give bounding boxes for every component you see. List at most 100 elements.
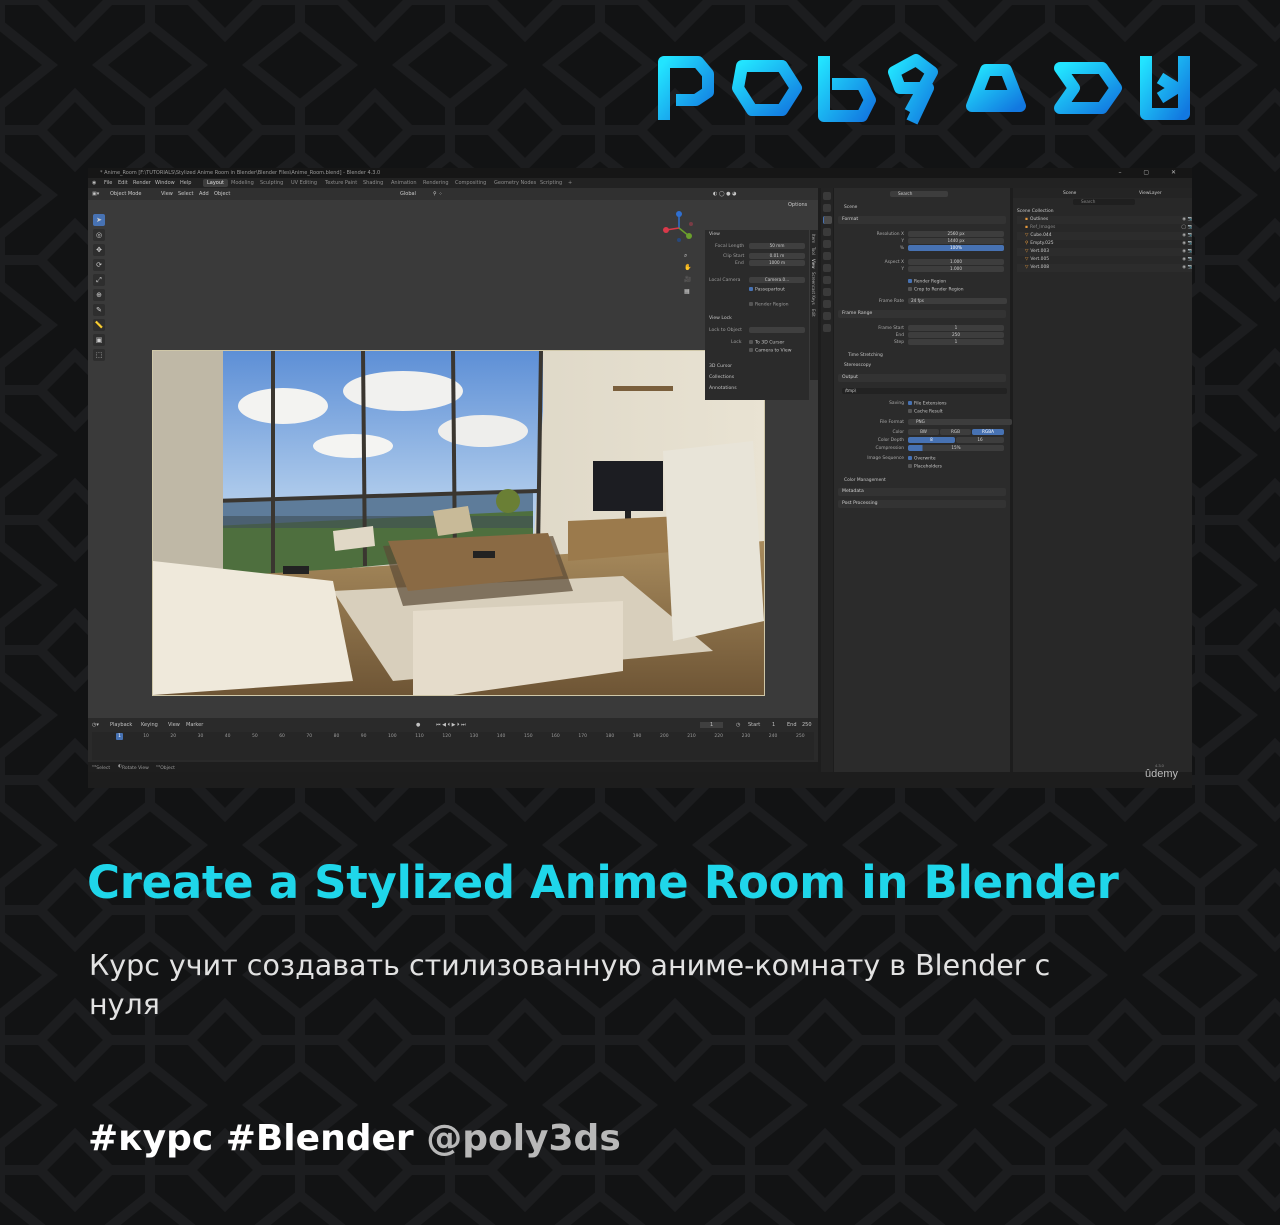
aspect-y-field[interactable]: 1.000 — [908, 266, 1004, 272]
color-rgb-option[interactable]: RGB — [940, 429, 971, 435]
viewport-menu-object[interactable]: Object — [214, 191, 230, 197]
n-tab-view[interactable]: View — [811, 259, 816, 269]
format-section[interactable]: Format — [838, 216, 1006, 224]
resolution-x-field[interactable]: 2560 px — [908, 231, 1004, 237]
scene-props-icon[interactable] — [823, 240, 831, 248]
outliner-row-ref-images[interactable]: ▪ Ref_Images ◯ 📷 — [1017, 224, 1192, 232]
np-view-header[interactable]: View — [709, 232, 720, 237]
tab-rendering[interactable]: Rendering — [423, 180, 449, 186]
color-management-subpanel[interactable]: Color Management — [844, 478, 886, 483]
timeline-menu-marker[interactable]: Marker — [186, 722, 203, 728]
3d-viewport[interactable]: ▣▾ Object Mode View Select Add Object Gl… — [88, 188, 818, 718]
properties-search[interactable]: Search — [890, 191, 948, 197]
tab-sculpting[interactable]: Sculpting — [260, 180, 283, 186]
n-tab-edit[interactable]: Edit — [811, 309, 816, 317]
tab-shading[interactable]: Shading — [363, 180, 383, 186]
collection-props-icon[interactable] — [823, 264, 831, 272]
tab-scripting[interactable]: Scripting — [540, 180, 562, 186]
outliner-row-vert-003[interactable]: ▽ Vert.003 ◉ 📷 — [1017, 248, 1192, 256]
frame-start-field[interactable]: 1 — [772, 722, 775, 728]
constraint-props-icon[interactable] — [823, 312, 831, 320]
blender-logo-icon[interactable]: ◉ — [92, 180, 96, 186]
np-camera-to-view-checkbox[interactable]: Camera to View — [749, 348, 791, 354]
editor-type-icon[interactable]: ▣▾ — [92, 191, 99, 197]
tool-props-icon[interactable] — [823, 192, 831, 200]
frame-start-prop-field[interactable]: 1 — [908, 325, 1004, 331]
overwrite-checkbox[interactable]: Overwrite — [908, 456, 936, 462]
frame-end-field[interactable]: 250 — [802, 722, 812, 728]
np-clip-end-field[interactable]: 1000 m — [749, 260, 805, 266]
timeline-menu-keying[interactable]: Keying — [141, 722, 158, 728]
n-tab-screencast-keys[interactable]: Screencast Keys — [811, 272, 816, 305]
object-props-icon[interactable] — [823, 276, 831, 284]
playback-controls[interactable]: ⏮ ◀ ⏴ ▶ ⏵ ⏭ — [436, 722, 466, 728]
window-controls[interactable]: – ▢ ✕ — [1118, 169, 1186, 176]
n-tab-item[interactable]: Item — [811, 234, 816, 243]
options-dropdown[interactable]: Options — [788, 202, 807, 208]
world-props-icon[interactable] — [823, 252, 831, 260]
scene-selector[interactable]: Scene — [1063, 191, 1076, 196]
outliner-row-vert-008[interactable]: ▽ Vert.008 ◉ 📷 — [1017, 264, 1192, 272]
np-clip-start-field[interactable]: 0.01 m — [749, 253, 805, 259]
metadata-section[interactable]: Metadata — [838, 488, 1006, 496]
np-3d-cursor-header[interactable]: 3D Cursor — [709, 364, 732, 369]
rotate-tool-icon[interactable]: ⟳ — [93, 259, 105, 271]
tab-modeling[interactable]: Modeling — [231, 180, 254, 186]
current-frame-field[interactable]: 1 — [700, 722, 724, 728]
menu-help[interactable]: Help — [180, 180, 191, 186]
timeline-menu-playback[interactable]: Playback — [110, 722, 132, 728]
frame-range-section[interactable]: Frame Range — [838, 310, 1006, 318]
np-to-3d-cursor-checkbox[interactable]: To 3D Cursor — [749, 340, 784, 346]
post-processing-section[interactable]: Post Processing — [838, 500, 1006, 508]
outliner-row-outlines[interactable]: ▪ Outlines ◉ 📷 — [1017, 216, 1192, 224]
transform-orientation[interactable]: Global — [400, 191, 416, 197]
frame-rate-dropdown[interactable]: 24 fps — [908, 298, 1007, 304]
snap-icon[interactable]: ⚲ ⁘ — [433, 191, 442, 197]
navigation-gizmo[interactable] — [661, 210, 697, 246]
viewport-menu-view[interactable]: View — [161, 191, 173, 197]
color-depth-16-option[interactable]: 16 — [956, 437, 1004, 443]
color-depth-8-option[interactable]: 8 — [908, 437, 955, 443]
time-stretching-subpanel[interactable]: Time Stretching — [848, 353, 883, 358]
view-layer-selector[interactable]: ViewLayer — [1139, 191, 1162, 196]
physics-props-icon[interactable] — [823, 300, 831, 308]
file-extensions-checkbox[interactable]: File Extensions — [908, 401, 947, 407]
add-workspace-button[interactable]: + — [568, 180, 572, 186]
output-path-field[interactable]: /tmp\ — [842, 388, 1007, 394]
timeline-editor-icon[interactable]: ◷▾ — [92, 722, 99, 728]
viewport-shading-icons[interactable]: ◐ ◯ ● ◕ — [713, 191, 736, 197]
render-region-checkbox[interactable]: Render Region — [908, 279, 946, 285]
file-format-dropdown[interactable]: PNG — [908, 419, 1012, 425]
mode-select[interactable]: Object Mode — [110, 191, 142, 197]
record-icon[interactable]: ● — [416, 722, 420, 728]
data-props-icon[interactable] — [823, 324, 831, 332]
outliner-row-cube-044[interactable]: ▽ Cube.044 ◉ 📷 — [1017, 232, 1192, 240]
resolution-y-field[interactable]: 1440 px — [908, 238, 1004, 244]
channel-handle[interactable]: @poly3ds — [426, 1118, 621, 1159]
tab-layout[interactable]: Layout — [203, 179, 228, 187]
move-tool-icon[interactable]: ✥ — [93, 244, 105, 256]
frame-step-field[interactable]: 1 — [908, 339, 1004, 345]
measure-tool-icon[interactable]: 📏 — [93, 319, 105, 331]
tab-compositing[interactable]: Compositing — [455, 180, 486, 186]
np-view-lock-header[interactable]: View Lock — [709, 316, 732, 321]
hashtags[interactable]: #курс #Blender — [88, 1118, 414, 1159]
placeholders-checkbox[interactable]: Placeholders — [908, 464, 942, 470]
outliner-row-vert-005[interactable]: ▽ Vert.005 ◉ 📷 — [1017, 256, 1192, 264]
timeline-clock-icon[interactable]: ◷ — [736, 722, 740, 728]
tab-geometry-nodes[interactable]: Geometry Nodes — [494, 180, 536, 186]
color-rgba-option[interactable]: RGBA — [972, 429, 1004, 435]
viewport-menu-select[interactable]: Select — [178, 191, 193, 197]
transform-tool-icon[interactable]: ⊕ — [93, 289, 105, 301]
tab-uv-editing[interactable]: UV Editing — [291, 180, 317, 186]
cache-result-checkbox[interactable]: Cache Result — [908, 409, 943, 415]
np-local-camera-field[interactable]: Camera.0... — [749, 277, 805, 283]
np-lock-to-object-field[interactable] — [749, 327, 805, 333]
tab-animation[interactable]: Animation — [391, 180, 417, 186]
output-props-icon[interactable] — [823, 216, 832, 224]
color-bw-option[interactable]: BW — [908, 429, 939, 435]
viewport-nav-icons[interactable]: ⌕ ✋ 🎥 ▦ — [684, 250, 692, 298]
add-object-tool-icon[interactable]: ⬚ — [93, 349, 105, 361]
outliner-search[interactable]: Search — [1073, 199, 1135, 205]
np-focal-length-field[interactable]: 50 mm — [749, 243, 805, 249]
